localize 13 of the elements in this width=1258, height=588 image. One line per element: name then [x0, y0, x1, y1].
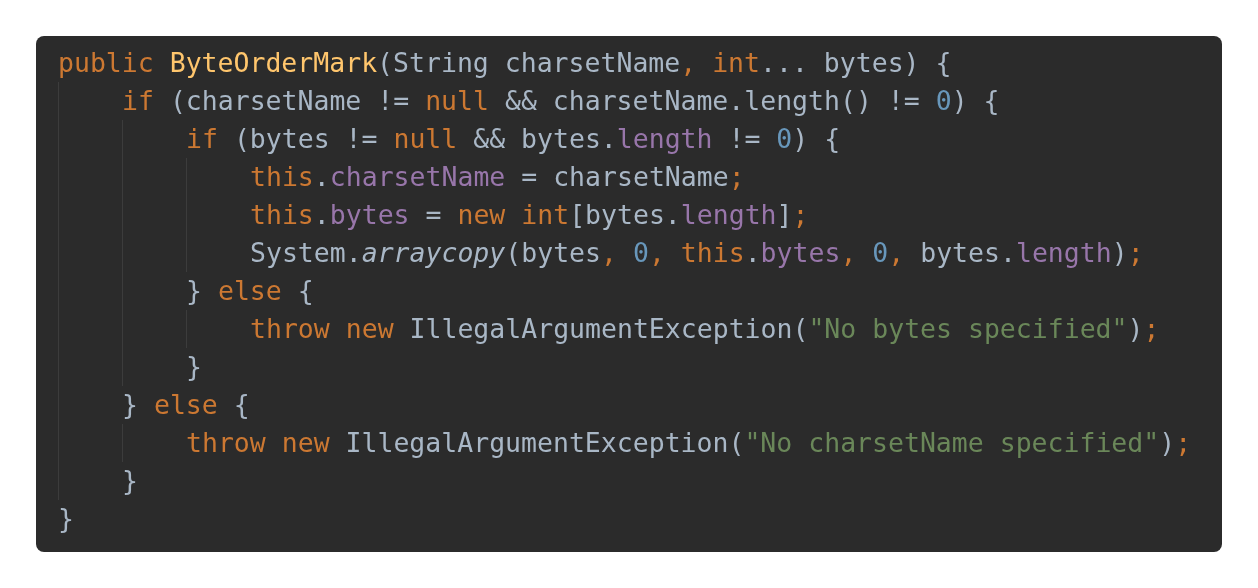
code-line: } — [186, 350, 202, 384]
code-line: this.bytes = new int[bytes.length]; — [250, 198, 809, 232]
code-line: System.arraycopy(bytes, 0, this.bytes, 0, bytes.length); — [250, 236, 1144, 270]
code-line: public ByteOrderMark(String charsetName, int... bytes) { — [58, 46, 952, 80]
code-line: this.charsetName = charsetName; — [250, 160, 745, 194]
code-line: throw new IllegalArgumentException("No charsetName specified"); — [186, 426, 1192, 460]
code-line: throw new IllegalArgumentException("No bytes specified"); — [250, 312, 1160, 346]
code-line: if (bytes != null && bytes.length != 0) { — [186, 122, 841, 156]
code-line: } — [122, 464, 138, 498]
code-line: } else { — [122, 388, 250, 422]
code-line: } — [58, 502, 74, 536]
code-line: if (charsetName != null && charsetName.length() != 0) { — [122, 84, 1000, 118]
code-line: } else { — [186, 274, 314, 308]
